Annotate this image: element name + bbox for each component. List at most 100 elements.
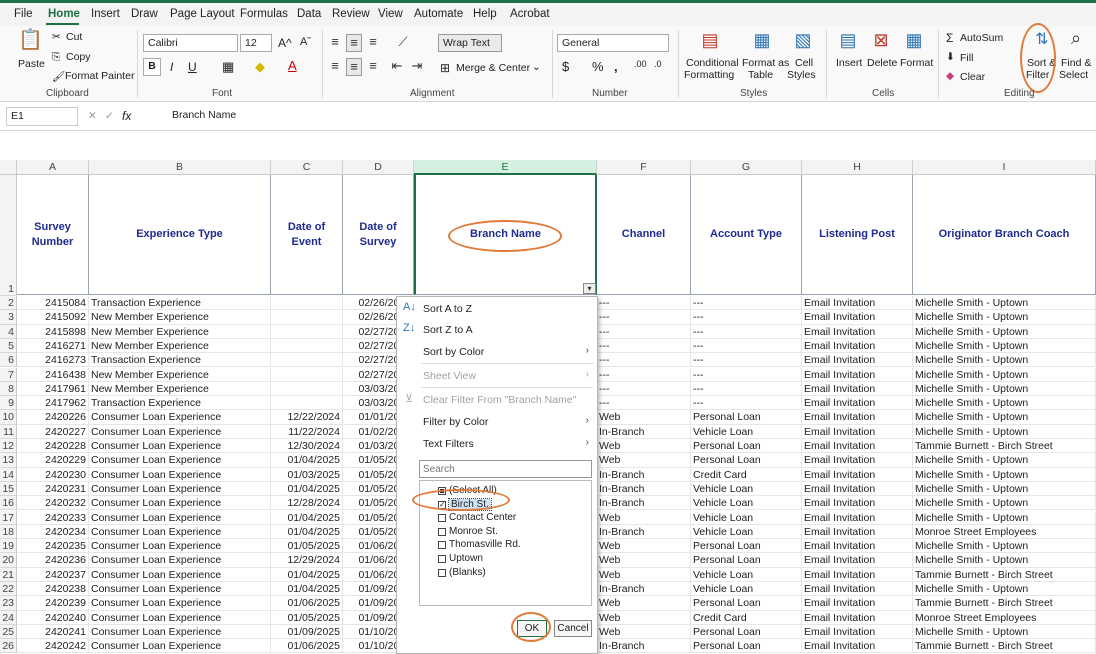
table-cell[interactable]: Personal Loan bbox=[691, 410, 802, 425]
row-header[interactable]: 23 bbox=[0, 596, 17, 611]
table-cell[interactable]: Michelle Smith - Uptown bbox=[913, 553, 1096, 568]
table-cell[interactable]: 2415898 bbox=[17, 324, 89, 339]
clear-button[interactable]: Clear bbox=[960, 71, 985, 83]
delete-cells-button[interactable]: Delete bbox=[867, 57, 897, 69]
table-cell[interactable]: Email Invitation bbox=[802, 567, 913, 582]
table-cell[interactable] bbox=[271, 296, 343, 311]
table-cell[interactable]: 2420234 bbox=[17, 524, 89, 540]
table-cell[interactable]: 2420229 bbox=[17, 453, 89, 468]
table-cell[interactable]: New Member Experience bbox=[89, 381, 271, 397]
table-cell[interactable]: Michelle Smith - Uptown bbox=[913, 510, 1096, 525]
filter-checkbox[interactable] bbox=[438, 541, 446, 550]
table-cell[interactable]: In-Branch bbox=[597, 481, 691, 497]
table-cell[interactable]: Credit Card bbox=[691, 467, 802, 482]
filter-arrow-icon[interactable]: ▾ bbox=[583, 283, 596, 294]
row-header[interactable]: 2 bbox=[0, 296, 17, 311]
table-cell[interactable]: In-Branch bbox=[597, 582, 691, 597]
header-cell-box[interactable]: Originator Branch Coach bbox=[913, 175, 1096, 295]
wrap-text-button[interactable]: Wrap Text bbox=[438, 34, 502, 52]
insert-function-icon[interactable]: fx bbox=[122, 109, 131, 123]
table-cell[interactable]: 12/28/2024 bbox=[271, 496, 343, 511]
column-header-e[interactable]: E bbox=[414, 160, 597, 175]
table-cell[interactable]: Consumer Loan Experience bbox=[89, 424, 271, 439]
menu-formulas[interactable]: Formulas bbox=[240, 8, 288, 20]
table-cell[interactable]: In-Branch bbox=[597, 524, 691, 540]
conditional-formatting-label2[interactable]: Formatting bbox=[684, 69, 734, 81]
shrink-font-icon[interactable]: Aˇ bbox=[300, 36, 311, 48]
increase-indent-icon[interactable]: ⇥ bbox=[410, 58, 424, 74]
menu-data[interactable]: Data bbox=[297, 8, 321, 20]
table-cell[interactable]: Vehicle Loan bbox=[691, 496, 802, 511]
table-cell[interactable]: Monroe Street Employees bbox=[913, 610, 1096, 625]
bold-button[interactable]: B bbox=[143, 58, 161, 76]
table-cell[interactable]: Email Invitation bbox=[802, 353, 913, 368]
format-cells-icon[interactable]: ▦ bbox=[902, 31, 926, 54]
table-cell[interactable]: 2420240 bbox=[17, 610, 89, 625]
table-cell[interactable]: Email Invitation bbox=[802, 310, 913, 325]
sort-z-to-a-item[interactable]: Sort Z to A bbox=[423, 324, 473, 336]
table-cell[interactable]: Consumer Loan Experience bbox=[89, 553, 271, 568]
table-cell[interactable]: 2420228 bbox=[17, 439, 89, 454]
find-select-button-line2[interactable]: Select bbox=[1059, 69, 1088, 81]
row-header[interactable]: 7 bbox=[0, 367, 17, 382]
table-cell[interactable]: Michelle Smith - Uptown bbox=[913, 467, 1096, 482]
table-cell[interactable]: 2420226 bbox=[17, 410, 89, 425]
table-cell[interactable]: Michelle Smith - Uptown bbox=[913, 296, 1096, 311]
row-header[interactable]: 22 bbox=[0, 582, 17, 597]
table-cell[interactable]: Consumer Loan Experience bbox=[89, 624, 271, 640]
table-cell[interactable]: Consumer Loan Experience bbox=[89, 510, 271, 525]
table-cell[interactable]: Email Invitation bbox=[802, 582, 913, 597]
table-cell[interactable]: Web bbox=[597, 510, 691, 525]
header-cell-1[interactable]: Experience Type bbox=[130, 227, 229, 242]
column-header-a[interactable]: A bbox=[17, 160, 89, 175]
table-cell[interactable]: Michelle Smith - Uptown bbox=[913, 338, 1096, 354]
filter-option-label[interactable]: Monroe St. bbox=[449, 526, 498, 537]
row-header[interactable]: 1 bbox=[0, 175, 17, 296]
select-all-corner[interactable] bbox=[0, 160, 17, 175]
table-cell[interactable]: Email Invitation bbox=[802, 396, 913, 411]
format-as-table-label2[interactable]: Table bbox=[748, 69, 773, 81]
table-cell[interactable]: Email Invitation bbox=[802, 367, 913, 382]
column-header-c[interactable]: C bbox=[271, 160, 343, 175]
table-cell[interactable]: Email Invitation bbox=[802, 639, 913, 654]
table-cell[interactable]: New Member Experience bbox=[89, 338, 271, 354]
clear-icon[interactable]: ◆ bbox=[946, 70, 954, 82]
menu-view[interactable]: View bbox=[378, 8, 403, 20]
header-cell-2[interactable]: Date of Event bbox=[271, 220, 342, 250]
table-cell[interactable]: 2417961 bbox=[17, 381, 89, 397]
cell-styles-icon[interactable]: ▧ bbox=[791, 31, 815, 54]
table-cell[interactable]: In-Branch bbox=[597, 496, 691, 511]
table-cell[interactable]: Consumer Loan Experience bbox=[89, 582, 271, 597]
name-box[interactable]: E1 bbox=[6, 107, 78, 126]
table-cell[interactable]: Michelle Smith - Uptown bbox=[913, 496, 1096, 511]
table-cell[interactable]: --- bbox=[597, 381, 691, 397]
table-cell[interactable]: In-Branch bbox=[597, 467, 691, 482]
table-cell[interactable]: New Member Experience bbox=[89, 310, 271, 325]
align-top-icon[interactable]: ≡ bbox=[328, 34, 342, 50]
table-cell[interactable]: Consumer Loan Experience bbox=[89, 639, 271, 654]
table-cell[interactable]: 2416271 bbox=[17, 338, 89, 354]
row-header[interactable]: 21 bbox=[0, 567, 17, 582]
table-cell[interactable]: 2420231 bbox=[17, 481, 89, 497]
table-cell[interactable]: Michelle Smith - Uptown bbox=[913, 624, 1096, 640]
header-cell-box[interactable]: Survey Number bbox=[17, 175, 89, 295]
italic-button[interactable]: I bbox=[170, 60, 173, 74]
row-header[interactable]: 18 bbox=[0, 524, 17, 540]
table-cell[interactable]: 2415092 bbox=[17, 310, 89, 325]
table-cell[interactable]: 2420238 bbox=[17, 582, 89, 597]
table-cell[interactable]: --- bbox=[691, 338, 802, 354]
table-cell[interactable]: 2416438 bbox=[17, 367, 89, 382]
align-center-icon[interactable]: ≡ bbox=[346, 58, 362, 76]
column-header-i[interactable]: I bbox=[913, 160, 1096, 175]
table-cell[interactable]: New Member Experience bbox=[89, 367, 271, 382]
table-cell[interactable]: Web bbox=[597, 567, 691, 582]
filter-checkbox[interactable] bbox=[438, 555, 446, 563]
table-cell[interactable]: Web bbox=[597, 596, 691, 611]
row-header[interactable]: 5 bbox=[0, 338, 17, 354]
header-cell-box[interactable]: Channel bbox=[597, 175, 691, 295]
table-cell[interactable] bbox=[271, 381, 343, 397]
decrease-decimal-icon[interactable]: .0 bbox=[654, 59, 662, 69]
table-cell[interactable]: Email Invitation bbox=[802, 553, 913, 568]
table-cell[interactable]: Michelle Smith - Uptown bbox=[913, 367, 1096, 382]
menu-automate[interactable]: Automate bbox=[414, 8, 463, 20]
